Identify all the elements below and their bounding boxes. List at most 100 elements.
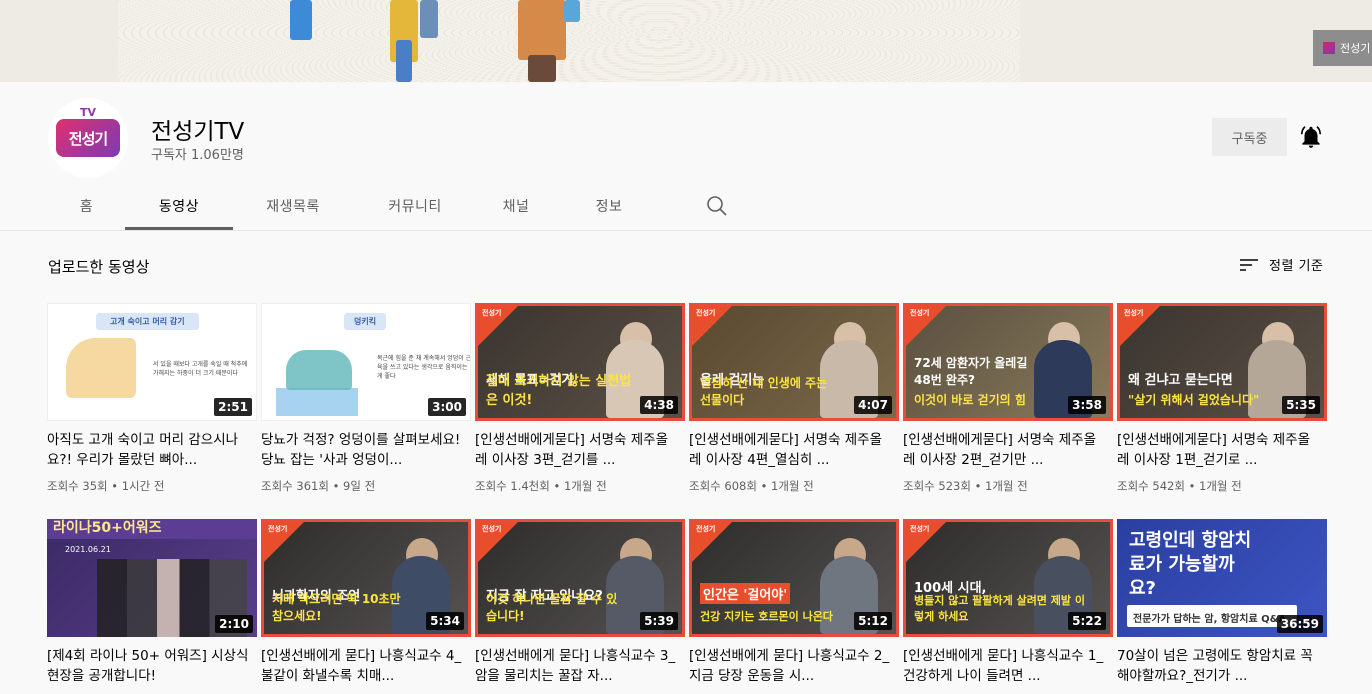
video-title[interactable]: 아직도 고개 숙이고 머리 감으시나요?! 우리가 몰랐던 뼈아...	[47, 430, 257, 470]
series-corner-text: 전성기	[910, 309, 930, 317]
video-duration: 2:51	[214, 398, 252, 416]
banner-image	[118, 0, 1020, 82]
banner-figure	[290, 0, 312, 40]
sort-button[interactable]: 정렬 기준	[1239, 255, 1323, 274]
video-duration: 2:10	[215, 615, 253, 633]
video-title[interactable]: [제4회 라이나 50+ 어워즈] 시상식 현장을 공개합니다!	[47, 646, 257, 686]
video-thumbnail[interactable]: 전성기 72세 암환자가 올레길 48번 완주? 이것이 바로 걷기의 힘 3:…	[903, 303, 1113, 421]
banner-link-badge[interactable]: 전성기	[1313, 30, 1372, 66]
video-title[interactable]: [인생선배에게 묻다] 나흥식교수 3_ 암을 물리치는 꿀잡 자...	[475, 646, 685, 686]
tab-home[interactable]: 홈	[48, 182, 125, 230]
channel-header: TV 전성기 전성기TV 구독자 1.06만명 구독중 홈 동영상 재생목록 커…	[0, 82, 1372, 230]
video-card[interactable]: 전성기 뇌과학자의 조언 치매 막으려면 딱 10초만 참으세요! 5:34 […	[261, 519, 471, 694]
video-meta: 조회수 1.4천회 • 1개월 전	[475, 479, 607, 493]
sort-label: 정렬 기준	[1269, 259, 1324, 274]
video-meta: 조회수 542회 • 1개월 전	[1117, 479, 1242, 493]
banner-figure	[396, 40, 412, 82]
video-title[interactable]: [인생선배에게 묻다] 나흥식교수 2_지금 당장 운동을 시...	[689, 646, 899, 686]
video-duration: 36:59	[1276, 615, 1323, 633]
video-title[interactable]: [인생선배에게묻다] 서명숙 제주올레 이사장 4편_열심히 ...	[689, 430, 899, 470]
video-card[interactable]: 전성기 왜 걷냐고 묻는다면 "살기 위해서 걸었습니다" 5:35 [인생선배…	[1117, 303, 1327, 494]
channel-logo-icon	[1323, 42, 1335, 54]
video-duration: 5:12	[854, 612, 892, 630]
thumb-label: 덩키킥	[344, 313, 387, 330]
video-card[interactable]: 전성기 72세 암환자가 올레길 48번 완주? 이것이 바로 걷기의 힘 3:…	[903, 303, 1113, 494]
thumb-illustration	[286, 350, 352, 390]
search-icon[interactable]	[705, 194, 729, 218]
series-corner-text: 전성기	[1124, 309, 1144, 317]
video-card[interactable]: 전성기 올레 걷기는 열심히 산 내 인생에 주는 선물이다 4:07 [인생선…	[689, 303, 899, 494]
channel-avatar[interactable]: TV 전성기	[48, 98, 128, 178]
video-title[interactable]: [인생선배에게 묻다] 나흥식교수 4_ 불같이 화낼수록 치매...	[261, 646, 471, 686]
video-card[interactable]: 전성기 새해 목표=걷기 절대 포기하지 않는 실천법은 이것! 4:38 [인…	[475, 303, 685, 494]
video-thumbnail[interactable]: 전성기 새해 목표=걷기 절대 포기하지 않는 실천법은 이것! 4:38	[475, 303, 685, 421]
thumb-desc: 복근에 힘을 준 채 계속해서 엉덩이 근육을 쓰고 있다는 생각으로 움직이는…	[377, 355, 471, 380]
series-corner-text: 전성기	[482, 525, 502, 533]
thumb-mat	[276, 388, 358, 416]
video-thumbnail[interactable]: 전성기 뇌과학자의 조언 치매 막으려면 딱 10초만 참으세요! 5:34	[261, 519, 471, 637]
thumb-caption-highlight: 이것이 바로 걷기의 힘	[914, 393, 1026, 407]
thumb-desc: 서 있을 때보다 고개를 숙일 때 척추에 가해지는 하중이 더 크기 때문이다	[153, 361, 248, 377]
series-corner-text: 전성기	[696, 309, 716, 317]
video-thumbnail[interactable]: 덩키킥 복근에 힘을 준 채 계속해서 엉덩이 근육을 쓰고 있다는 생각으로 …	[261, 303, 471, 421]
video-thumbnail[interactable]: 라이나50+어워즈 2021.06.21 2:10	[47, 519, 257, 637]
thumb-caption-highlight: 절대 포기하지 않는 실천법은 이것!	[486, 374, 632, 408]
video-duration: 5:34	[426, 612, 464, 630]
series-corner-text: 전성기	[696, 525, 716, 533]
channel-banner: 전성기	[0, 0, 1372, 82]
video-thumbnail[interactable]: 전성기 100세 시대, 병들지 않고 팔팔하게 살려면 제발 이렇게 하세요 …	[903, 519, 1113, 637]
video-thumbnail[interactable]: 전성기 왜 걷냐고 묻는다면 "살기 위해서 걸었습니다" 5:35	[1117, 303, 1327, 421]
video-duration: 5:22	[1068, 612, 1106, 630]
video-thumbnail[interactable]: 고개 숙이고 머리 감기 서 있을 때보다 고개를 숙일 때 척추에 가해지는 …	[47, 303, 257, 421]
channel-tabs: 홈 동영상 재생목록 커뮤니티 채널 정보	[48, 182, 729, 230]
video-thumbnail[interactable]: 전성기 지금 잘 자고 있나요? 이것 하나면 꿀잠 잘 수 있습니다! 5:3…	[475, 519, 685, 637]
thumb-caption: 라이나50+어워즈	[47, 519, 257, 539]
video-duration: 5:35	[1282, 396, 1320, 414]
thumb-caption: 인간은 '걸어야'	[700, 583, 791, 604]
tab-videos[interactable]: 동영상	[125, 182, 233, 230]
subscribe-button[interactable]: 구독중	[1212, 118, 1287, 156]
tab-about[interactable]: 정보	[555, 182, 663, 230]
video-thumbnail[interactable]: 전성기 올레 걷기는 열심히 산 내 인생에 주는 선물이다 4:07	[689, 303, 899, 421]
banner-figure	[518, 0, 566, 60]
thumb-caption-highlight: 건강 지키는 호르몬이 나온다	[700, 610, 833, 623]
thumb-caption: 고령인데 항암치료가 가능할까요?	[1129, 530, 1252, 599]
video-card[interactable]: 고령인데 항암치료가 가능할까요? 전문가가 답하는 암, 항암치료 Q&A 3…	[1117, 519, 1327, 694]
video-card[interactable]: 라이나50+어워즈 2021.06.21 2:10 [제4회 라이나 50+ 어…	[47, 519, 257, 694]
video-title[interactable]: [인생선배에게 묻다] 나흥식교수 1_ 건강하게 나이 들려면 ...	[903, 646, 1113, 686]
banner-figure	[528, 55, 556, 82]
video-thumbnail[interactable]: 전성기 인간은 '걸어야' 건강 지키는 호르몬이 나온다 5:12	[689, 519, 899, 637]
thumb-date: 2021.06.21	[65, 545, 111, 554]
video-card[interactable]: 전성기 지금 잘 자고 있나요? 이것 하나면 꿀잠 잘 수 있습니다! 5:3…	[475, 519, 685, 694]
banner-figure	[420, 0, 438, 38]
video-card[interactable]: 덩키킥 복근에 힘을 준 채 계속해서 엉덩이 근육을 쓰고 있다는 생각으로 …	[261, 303, 471, 494]
video-thumbnail[interactable]: 고령인데 항암치료가 가능할까요? 전문가가 답하는 암, 항암치료 Q&A 3…	[1117, 519, 1327, 637]
video-card[interactable]: 고개 숙이고 머리 감기 서 있을 때보다 고개를 숙일 때 척추에 가해지는 …	[47, 303, 257, 494]
thumb-caption-highlight: "살기 위해서 걸었습니다"	[1128, 393, 1260, 407]
video-card[interactable]: 전성기 100세 시대, 병들지 않고 팔팔하게 살려면 제발 이렇게 하세요 …	[903, 519, 1113, 694]
tab-community[interactable]: 커뮤니티	[353, 182, 477, 230]
video-title[interactable]: [인생선배에게묻다] 서명숙 제주올레 이사장 2편_걷기만 ...	[903, 430, 1113, 470]
series-corner-text: 전성기	[268, 525, 288, 533]
video-card[interactable]: 전성기 인간은 '걸어야' 건강 지키는 호르몬이 나온다 5:12 [인생선배…	[689, 519, 899, 694]
video-duration: 3:58	[1068, 396, 1106, 414]
tab-channels[interactable]: 채널	[477, 182, 555, 230]
avatar-name-text: 전성기	[68, 129, 108, 148]
section-title: 업로드한 동영상	[48, 258, 150, 276]
video-title[interactable]: 당뇨가 걱정? 엉덩이를 살펴보세요! 당뇨 잡는 '사과 엉덩이...	[261, 430, 471, 470]
video-meta: 조회수 608회 • 1개월 전	[689, 479, 814, 493]
tab-playlists[interactable]: 재생목록	[233, 182, 353, 230]
thumb-caption-highlight: 병들지 않고 팔팔하게 살려면 제발 이렇게 하세요	[914, 594, 1085, 623]
video-title[interactable]: [인생선배에게묻다] 서명숙 제주올레 이사장 3편_걷기를 ...	[475, 430, 685, 470]
series-corner-text: 전성기	[482, 309, 502, 317]
sort-icon	[1240, 258, 1258, 271]
video-title[interactable]: 70살이 넘은 고령에도 항암치료 꼭 해야할까요?_전기가 ...	[1117, 646, 1327, 686]
thumb-caption-highlight: 치매 막으려면 딱 10초만 참으세요!	[272, 592, 401, 623]
video-title[interactable]: [인생선배에게묻다] 서명숙 제주올레 이사장 1편_걷기로 ...	[1117, 430, 1327, 470]
video-duration: 4:07	[854, 396, 892, 414]
avatar-tv-text: TV	[79, 106, 97, 119]
bell-icon[interactable]	[1298, 124, 1324, 150]
video-duration: 4:38	[640, 396, 678, 414]
avatar-logo: TV 전성기	[56, 106, 120, 157]
thumb-label: 고개 숙이고 머리 감기	[96, 313, 199, 330]
